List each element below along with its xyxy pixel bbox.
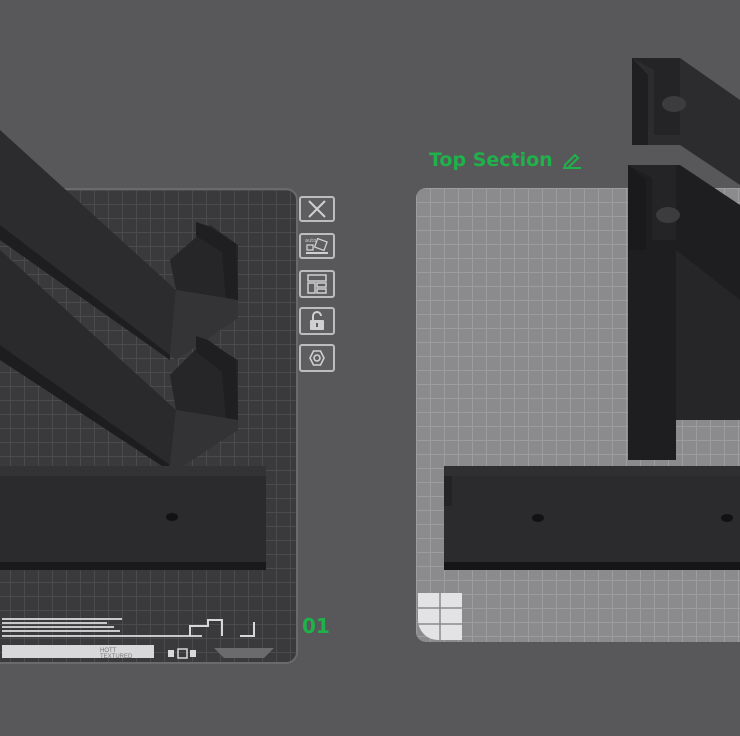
models-right: [444, 58, 740, 570]
models-left: [0, 130, 266, 570]
model-bar-left: [0, 466, 266, 570]
auto-arrange-icon: auto: [305, 237, 328, 254]
plate-settings-button[interactable]: [299, 344, 335, 372]
plate-layout-button[interactable]: [299, 270, 335, 298]
auto-arrange-button[interactable]: auto: [299, 233, 335, 259]
close-plate-button[interactable]: [299, 196, 335, 222]
model-bar-right: [444, 466, 740, 570]
unlock-icon: [310, 311, 324, 330]
close-icon: [308, 200, 326, 218]
svg-text:auto: auto: [305, 238, 316, 244]
layout-icon: [307, 274, 327, 294]
plate-number: 01: [302, 614, 330, 638]
lock-plate-button[interactable]: [299, 307, 335, 335]
model-bracket-vertical: [628, 58, 740, 460]
settings-icon: [309, 350, 325, 366]
